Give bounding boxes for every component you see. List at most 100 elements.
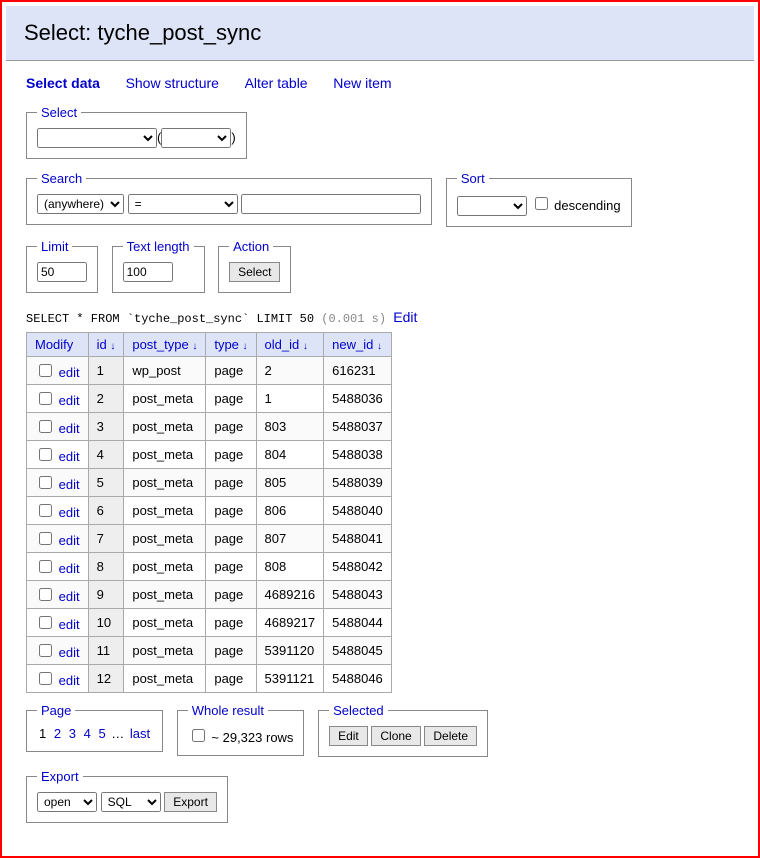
page-link-2[interactable]: 2: [54, 726, 61, 741]
cell-id[interactable]: 8: [88, 553, 124, 581]
cell-type[interactable]: page: [206, 581, 256, 609]
cell-id[interactable]: 10: [88, 609, 124, 637]
row-checkbox[interactable]: [39, 504, 52, 517]
row-edit-link[interactable]: edit: [59, 561, 80, 576]
cell-post-type[interactable]: post_meta: [124, 413, 206, 441]
select-column[interactable]: [161, 128, 231, 148]
row-checkbox[interactable]: [39, 532, 52, 545]
row-checkbox[interactable]: [39, 672, 52, 685]
cell-old-id[interactable]: 4689217: [256, 609, 324, 637]
cell-type[interactable]: page: [206, 497, 256, 525]
cell-post-type[interactable]: post_meta: [124, 609, 206, 637]
row-checkbox[interactable]: [39, 392, 52, 405]
cell-new-id[interactable]: 5488044: [324, 609, 392, 637]
cell-new-id[interactable]: 5488039: [324, 469, 392, 497]
sql-edit-link[interactable]: Edit: [393, 309, 417, 325]
sort-desc-label[interactable]: descending: [531, 198, 621, 213]
row-checkbox[interactable]: [39, 644, 52, 657]
col-modify[interactable]: Modify: [35, 337, 73, 352]
cell-id[interactable]: 9: [88, 581, 124, 609]
cell-post-type[interactable]: post_meta: [124, 497, 206, 525]
cell-old-id[interactable]: 1: [256, 385, 324, 413]
cell-old-id[interactable]: 805: [256, 469, 324, 497]
row-edit-link[interactable]: edit: [59, 421, 80, 436]
row-edit-link[interactable]: edit: [59, 673, 80, 688]
page-link-3[interactable]: 3: [69, 726, 76, 741]
cell-post-type[interactable]: post_meta: [124, 553, 206, 581]
cell-old-id[interactable]: 5391120: [256, 637, 324, 665]
tab-select-data[interactable]: Select data: [26, 75, 100, 91]
tab-new-item[interactable]: New item: [333, 75, 391, 91]
row-edit-link[interactable]: edit: [59, 393, 80, 408]
cell-new-id[interactable]: 5488046: [324, 665, 392, 693]
page-link-last[interactable]: last: [130, 726, 150, 741]
cell-new-id[interactable]: 5488041: [324, 525, 392, 553]
cell-id[interactable]: 2: [88, 385, 124, 413]
cell-old-id[interactable]: 2: [256, 357, 324, 385]
textlength-input[interactable]: [123, 262, 173, 282]
cell-old-id[interactable]: 807: [256, 525, 324, 553]
cell-old-id[interactable]: 4689216: [256, 581, 324, 609]
cell-old-id[interactable]: 803: [256, 413, 324, 441]
cell-old-id[interactable]: 5391121: [256, 665, 324, 693]
search-operator[interactable]: =: [128, 194, 238, 214]
selected-clone-button[interactable]: Clone: [371, 726, 420, 746]
cell-type[interactable]: page: [206, 385, 256, 413]
select-function[interactable]: [37, 128, 157, 148]
row-edit-link[interactable]: edit: [59, 505, 80, 520]
cell-new-id[interactable]: 5488037: [324, 413, 392, 441]
cell-id[interactable]: 1: [88, 357, 124, 385]
row-edit-link[interactable]: edit: [59, 617, 80, 632]
cell-new-id[interactable]: 5488042: [324, 553, 392, 581]
cell-id[interactable]: 11: [88, 637, 124, 665]
search-value[interactable]: [241, 194, 421, 214]
whole-result-checkbox[interactable]: [192, 729, 205, 742]
cell-type[interactable]: page: [206, 413, 256, 441]
row-checkbox[interactable]: [39, 420, 52, 433]
row-edit-link[interactable]: edit: [59, 365, 80, 380]
cell-new-id[interactable]: 5488043: [324, 581, 392, 609]
cell-type[interactable]: page: [206, 441, 256, 469]
cell-type[interactable]: page: [206, 609, 256, 637]
selected-edit-button[interactable]: Edit: [329, 726, 368, 746]
cell-new-id[interactable]: 5488040: [324, 497, 392, 525]
search-column[interactable]: (anywhere): [37, 194, 124, 214]
row-checkbox[interactable]: [39, 364, 52, 377]
cell-type[interactable]: page: [206, 637, 256, 665]
row-checkbox[interactable]: [39, 616, 52, 629]
cell-old-id[interactable]: 804: [256, 441, 324, 469]
cell-new-id[interactable]: 5488045: [324, 637, 392, 665]
sort-column[interactable]: [457, 196, 527, 216]
col-id[interactable]: id ↓: [97, 337, 116, 352]
cell-type[interactable]: page: [206, 525, 256, 553]
cell-old-id[interactable]: 806: [256, 497, 324, 525]
row-checkbox[interactable]: [39, 588, 52, 601]
cell-id[interactable]: 12: [88, 665, 124, 693]
cell-type[interactable]: page: [206, 469, 256, 497]
page-link-4[interactable]: 4: [84, 726, 91, 741]
sort-desc-checkbox[interactable]: [535, 197, 548, 210]
export-format[interactable]: SQL: [101, 792, 161, 812]
cell-new-id[interactable]: 5488036: [324, 385, 392, 413]
tab-alter-table[interactable]: Alter table: [245, 75, 308, 91]
row-checkbox[interactable]: [39, 560, 52, 573]
cell-id[interactable]: 6: [88, 497, 124, 525]
cell-id[interactable]: 5: [88, 469, 124, 497]
cell-id[interactable]: 4: [88, 441, 124, 469]
cell-post-type[interactable]: post_meta: [124, 665, 206, 693]
selected-delete-button[interactable]: Delete: [424, 726, 477, 746]
row-edit-link[interactable]: edit: [59, 589, 80, 604]
col-new-id[interactable]: new_id ↓: [332, 337, 382, 352]
row-edit-link[interactable]: edit: [59, 533, 80, 548]
row-edit-link[interactable]: edit: [59, 477, 80, 492]
cell-id[interactable]: 3: [88, 413, 124, 441]
cell-id[interactable]: 7: [88, 525, 124, 553]
col-type[interactable]: type ↓: [214, 337, 247, 352]
select-button[interactable]: Select: [229, 262, 280, 282]
export-button[interactable]: Export: [164, 792, 217, 812]
cell-new-id[interactable]: 616231: [324, 357, 392, 385]
page-link-5[interactable]: 5: [98, 726, 105, 741]
cell-post-type[interactable]: post_meta: [124, 525, 206, 553]
cell-post-type[interactable]: post_meta: [124, 637, 206, 665]
col-old-id[interactable]: old_id ↓: [265, 337, 308, 352]
